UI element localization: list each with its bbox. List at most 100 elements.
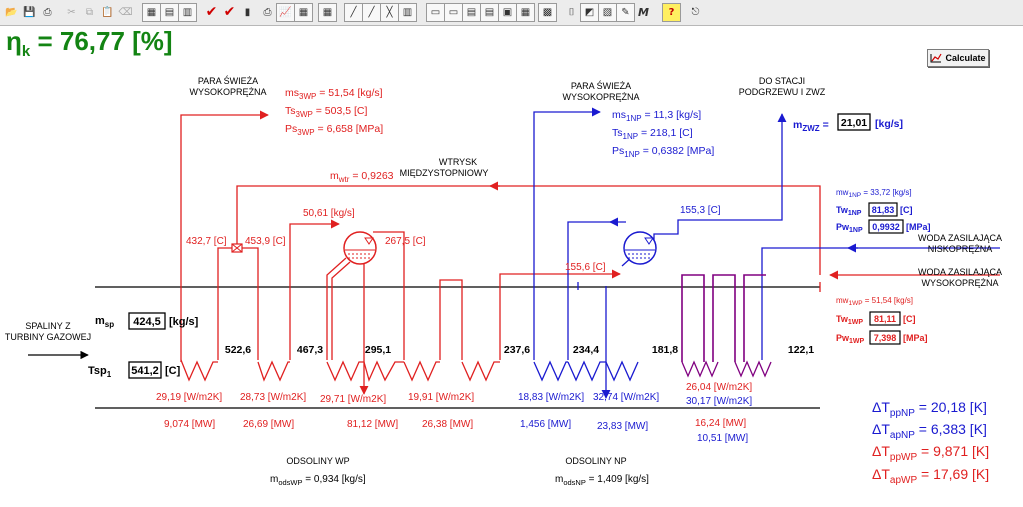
power-4: 26,38 [MW]	[422, 419, 473, 430]
spaliny-line1: SPALINY Z	[25, 321, 71, 331]
water-temp-3: 267,5 [C]	[385, 236, 426, 247]
lp-evap-riser	[567, 221, 626, 360]
gas-inlet-params: msp 424,5 [kg/s] Tsp1 541,2 [C]	[88, 312, 199, 379]
power-7: 16,24 [MW]	[695, 418, 746, 429]
tsp-label: Tsp1	[88, 365, 112, 379]
pw1np-value: 0,9932	[872, 222, 900, 232]
pw1wp-value: 7,398	[874, 333, 897, 343]
wtrysk-flow-text: mwtr = 0,9263	[330, 170, 394, 184]
tw1np-unit: [C]	[900, 205, 913, 215]
gas-temperatures: 522,6 467,3 295,1 237,6 234,4 181,8 122,…	[225, 344, 814, 356]
tw1np-label: Tw1NP	[836, 205, 862, 217]
power-2: 26,69 [MW]	[243, 419, 294, 430]
power-5: 1,456 [MW]	[520, 419, 571, 430]
ts3wp-text: Ts3WP = 503,5 [C]	[285, 105, 368, 119]
delta-pp-np: ΔTppNP = 20,18 [K]	[872, 399, 987, 419]
msp-value: 424,5	[133, 316, 161, 328]
lp-drum-shell	[623, 231, 657, 265]
gas-temp-6: 181,8	[652, 344, 678, 356]
lp-feed-params: mw1NP = 33,72 [kg/s] Tw1NP 81,83 [C] Pw1…	[836, 188, 931, 234]
coef-7: 26,04 [W/m2K]	[686, 382, 752, 393]
odsoliny-np-label: ODSOLINY NP	[565, 456, 626, 466]
ms1np-text: ms1NP = 11,3 [kg/s]	[612, 109, 701, 123]
hx-hp-economizer-1	[461, 360, 500, 382]
hx-mixed-economizer-2	[734, 360, 772, 378]
hp-drum	[343, 231, 377, 265]
gas-temp-7: 122,1	[788, 344, 814, 356]
mw1wp-text: mw1WP = 51,54 [kg/s]	[836, 296, 913, 307]
woda-np-line1: WODA ZASILAJĄCA	[918, 233, 1002, 243]
do-stacji-line2: PODGRZEWU I ZWZ	[739, 87, 826, 97]
hx-mixed-economizer-1	[681, 360, 719, 378]
para-wp-line2: WYSOKOPRĘŻNA	[189, 87, 266, 97]
power-6: 23,83 [MW]	[597, 421, 648, 432]
zwz-label: mZWZ =	[793, 119, 829, 133]
tw1wp-unit: [C]	[903, 314, 916, 324]
hp-economizer-loop	[439, 279, 463, 360]
desuperheat-injection-pipe	[236, 185, 821, 275]
delta-ap-wp: ΔTapWP = 17,69 [K]	[872, 466, 989, 486]
blowdown-flows: modsWP = 0,934 [kg/s] modsNP = 1,409 [kg…	[270, 474, 649, 487]
wtrysk-line2: MIĘDZYSTOPNIOWY	[400, 168, 489, 178]
coef-6: 32,74 [W/m2K]	[593, 392, 659, 403]
blowdown-np-text: modsNP = 1,409 [kg/s]	[555, 474, 649, 487]
tsp-unit: [C]	[165, 365, 181, 377]
spaliny-line2: TURBINY GAZOWEJ	[5, 332, 91, 342]
wtrysk-line1: WTRYSK	[439, 157, 477, 167]
hp-feed-params: mw1WP = 51,54 [kg/s] Tw1WP 81,11 [C] Pw1…	[836, 296, 928, 345]
gas-temp-5: 234,4	[573, 344, 599, 356]
do-stacji-line1: DO STACJI	[759, 76, 805, 86]
woda-wp-line2: WYSOKOPRĘŻNA	[921, 278, 998, 288]
lp-piping	[533, 107, 1000, 399]
econ-loop-3	[743, 274, 766, 362]
water-temp-5: 155,3 [C]	[680, 205, 721, 216]
coef-3: 29,71 [W/m2K]	[320, 394, 386, 405]
tw1np-value: 81,83	[872, 205, 895, 215]
hx-lp-evaporator	[567, 360, 639, 382]
heat-transfer-coefficients: 29,19 [W/m2K] 28,73 [W/m2K] 29,71 [W/m2K…	[156, 382, 752, 407]
heat-exchangers	[180, 359, 772, 382]
hx-lp-superheater	[533, 360, 568, 382]
msp-label: msp	[95, 315, 114, 329]
hrsg-diagram: PARA ŚWIEŻA WYSOKOPRĘŻNA PARA ŚWIEŻA WYS…	[5, 75, 1002, 487]
hp-steam-params: ms3WP = 51,54 [kg/s] Ts3WP = 503,5 [C] P…	[285, 87, 383, 137]
delta-pp-wp: ΔTppWP = 9,871 [K]	[872, 443, 989, 463]
para-wp-line1: PARA ŚWIEŻA	[198, 75, 258, 86]
gas-temp-3: 295,1	[365, 344, 391, 356]
ps3wp-text: Ps3WP = 6,658 [MPa]	[285, 123, 383, 137]
power-3: 81,12 [MW]	[347, 419, 398, 430]
para-np-line1: PARA ŚWIEŻA	[571, 80, 631, 91]
gas-temp-4: 237,6	[504, 344, 530, 356]
mw1np-text: mw1NP = 33,72 [kg/s]	[836, 188, 912, 199]
coef-5: 18,83 [W/m2K]	[518, 392, 584, 403]
odsoliny-wp-label: ODSOLINY WP	[286, 456, 349, 466]
woda-wp-line1: WODA ZASILAJĄCA	[918, 267, 1002, 277]
msp-unit: [kg/s]	[169, 316, 199, 328]
coef-2: 28,73 [W/m2K]	[240, 392, 306, 403]
mixed-economizer	[681, 274, 766, 362]
coef-1: 29,19 [W/m2K]	[156, 392, 222, 403]
hx-superheater-3	[180, 359, 218, 382]
hx-hp-evaporator	[326, 360, 404, 382]
tw1wp-label: Tw1WP	[836, 314, 863, 326]
tsp-value: 541,2	[131, 365, 159, 377]
pw1np-label: Pw1NP	[836, 222, 863, 234]
delta-ap-np: ΔTapNP = 6,383 [K]	[872, 421, 987, 441]
hp-drum-outlet-pipe	[373, 231, 405, 360]
woda-np-line2: NISKOPRĘŻNA	[928, 244, 993, 254]
blowdown-wp-text: modsWP = 0,934 [kg/s]	[270, 474, 366, 487]
station-labels: PARA ŚWIEŻA WYSOKOPRĘŻNA PARA ŚWIEŻA WYS…	[5, 75, 1002, 466]
zwz-unit: [kg/s]	[875, 118, 903, 130]
water-temp-1: 432,7 [C]	[186, 236, 227, 247]
tw1wp-value: 81,11	[874, 314, 896, 324]
exchanger-powers: 9,074 [MW] 26,69 [MW] 81,12 [MW] 26,38 […	[164, 418, 748, 444]
lp-steam-outlet-pipe	[533, 107, 601, 360]
lp-drum	[623, 231, 657, 265]
hp-drum-flow: 50,61 [kg/s]	[303, 208, 355, 219]
hp-downcomer-pipe-2	[331, 261, 351, 360]
water-temp-4: 155,6 [C]	[565, 262, 606, 273]
lp-steam-params: ms1NP = 11,3 [kg/s] Ts1NP = 218,1 [C] Ps…	[612, 109, 714, 159]
zwz-flow: mZWZ = 21,01 [kg/s]	[793, 113, 903, 133]
ps1np-text: Ps1NP = 0,6382 [MPa]	[612, 145, 714, 159]
pw1wp-unit: [MPa]	[903, 333, 928, 343]
